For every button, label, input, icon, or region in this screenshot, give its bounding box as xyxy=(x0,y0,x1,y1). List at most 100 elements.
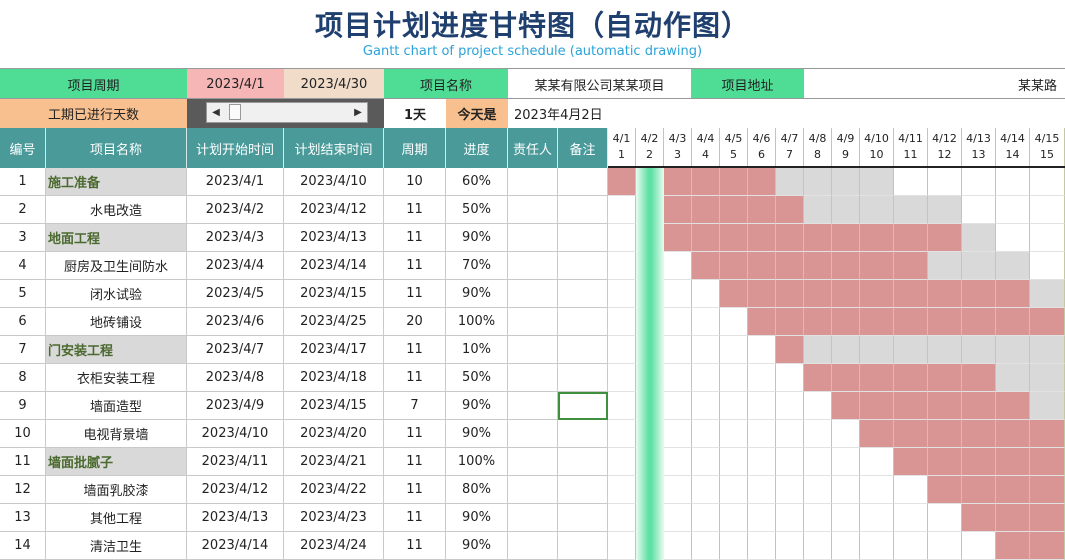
task-period-cell[interactable]: 11 xyxy=(384,280,446,308)
task-progress-cell[interactable]: 90% xyxy=(446,420,508,448)
task-start-cell[interactable]: 2023/4/7 xyxy=(187,336,284,364)
task-start-cell[interactable]: 2023/4/3 xyxy=(187,224,284,252)
task-end-cell[interactable]: 2023/4/17 xyxy=(284,336,384,364)
task-note-cell[interactable] xyxy=(558,196,608,224)
task-start-cell[interactable]: 2023/4/2 xyxy=(187,196,284,224)
task-period-cell[interactable]: 11 xyxy=(384,532,446,560)
task-name-cell[interactable]: 闭水试验 xyxy=(46,280,187,308)
task-note-cell[interactable] xyxy=(558,168,608,196)
task-start-cell[interactable]: 2023/4/11 xyxy=(187,448,284,476)
task-progress-cell[interactable]: 90% xyxy=(446,532,508,560)
task-note-cell[interactable] xyxy=(558,504,608,532)
task-end-cell[interactable]: 2023/4/15 xyxy=(284,392,384,420)
task-name-cell[interactable]: 衣柜安装工程 xyxy=(46,364,187,392)
task-note-cell[interactable] xyxy=(558,476,608,504)
task-name-cell[interactable]: 墙面批腻子 xyxy=(46,448,187,476)
task-start-cell[interactable]: 2023/4/5 xyxy=(187,280,284,308)
slider-left-arrow-icon[interactable]: ◀ xyxy=(207,103,225,122)
task-progress-cell[interactable]: 90% xyxy=(446,280,508,308)
task-owner-cell[interactable] xyxy=(508,252,558,280)
task-start-cell[interactable]: 2023/4/14 xyxy=(187,532,284,560)
task-end-cell[interactable]: 2023/4/18 xyxy=(284,364,384,392)
task-end-cell[interactable]: 2023/4/22 xyxy=(284,476,384,504)
task-start-cell[interactable]: 2023/4/8 xyxy=(187,364,284,392)
task-owner-cell[interactable] xyxy=(508,336,558,364)
task-period-cell[interactable]: 20 xyxy=(384,308,446,336)
task-start-cell[interactable]: 2023/4/13 xyxy=(187,504,284,532)
task-note-cell[interactable] xyxy=(558,392,608,420)
task-owner-cell[interactable] xyxy=(508,280,558,308)
task-period-cell[interactable]: 11 xyxy=(384,196,446,224)
task-owner-cell[interactable] xyxy=(508,532,558,560)
task-start-cell[interactable]: 2023/4/1 xyxy=(187,168,284,196)
task-note-cell[interactable] xyxy=(558,532,608,560)
task-owner-cell[interactable] xyxy=(508,420,558,448)
task-name-cell[interactable]: 电视背景墙 xyxy=(46,420,187,448)
task-start-cell[interactable]: 2023/4/10 xyxy=(187,420,284,448)
task-name-cell[interactable]: 地砖铺设 xyxy=(46,308,187,336)
task-period-cell[interactable]: 11 xyxy=(384,420,446,448)
task-end-cell[interactable]: 2023/4/20 xyxy=(284,420,384,448)
task-progress-cell[interactable]: 10% xyxy=(446,336,508,364)
task-end-cell[interactable]: 2023/4/23 xyxy=(284,504,384,532)
task-end-cell[interactable]: 2023/4/25 xyxy=(284,308,384,336)
task-name-cell[interactable]: 施工准备 xyxy=(46,168,187,196)
task-note-cell[interactable] xyxy=(558,448,608,476)
project-name-value[interactable]: 某某有限公司某某项目 xyxy=(508,69,691,99)
task-period-cell[interactable]: 11 xyxy=(384,504,446,532)
task-progress-cell[interactable]: 90% xyxy=(446,224,508,252)
task-note-cell[interactable] xyxy=(558,308,608,336)
task-start-cell[interactable]: 2023/4/12 xyxy=(187,476,284,504)
task-note-cell[interactable] xyxy=(558,224,608,252)
task-owner-cell[interactable] xyxy=(508,448,558,476)
task-owner-cell[interactable] xyxy=(508,308,558,336)
task-owner-cell[interactable] xyxy=(508,196,558,224)
task-period-cell[interactable]: 11 xyxy=(384,336,446,364)
task-note-cell[interactable] xyxy=(558,336,608,364)
task-progress-cell[interactable]: 50% xyxy=(446,196,508,224)
task-period-cell[interactable]: 11 xyxy=(384,224,446,252)
task-period-cell[interactable]: 7 xyxy=(384,392,446,420)
task-period-cell[interactable]: 11 xyxy=(384,364,446,392)
task-progress-cell[interactable]: 70% xyxy=(446,252,508,280)
task-note-cell[interactable] xyxy=(558,280,608,308)
project-address-value[interactable]: 某某路 xyxy=(804,69,1065,99)
task-progress-cell[interactable]: 100% xyxy=(446,308,508,336)
task-owner-cell[interactable] xyxy=(508,224,558,252)
task-progress-cell[interactable]: 50% xyxy=(446,364,508,392)
task-end-cell[interactable]: 2023/4/12 xyxy=(284,196,384,224)
task-start-cell[interactable]: 2023/4/4 xyxy=(187,252,284,280)
task-progress-cell[interactable]: 80% xyxy=(446,476,508,504)
task-period-cell[interactable]: 11 xyxy=(384,476,446,504)
task-period-cell[interactable]: 11 xyxy=(384,448,446,476)
task-end-cell[interactable]: 2023/4/24 xyxy=(284,532,384,560)
task-period-cell[interactable]: 11 xyxy=(384,252,446,280)
task-progress-cell[interactable]: 100% xyxy=(446,448,508,476)
task-name-cell[interactable]: 地面工程 xyxy=(46,224,187,252)
task-end-cell[interactable]: 2023/4/13 xyxy=(284,224,384,252)
slider-right-arrow-icon[interactable]: ▶ xyxy=(349,103,367,122)
task-owner-cell[interactable] xyxy=(508,168,558,196)
elapsed-days-slider[interactable]: ◀ ▶ xyxy=(206,102,368,123)
task-period-cell[interactable]: 10 xyxy=(384,168,446,196)
task-name-cell[interactable]: 墙面造型 xyxy=(46,392,187,420)
task-note-cell[interactable] xyxy=(558,252,608,280)
project-end-date[interactable]: 2023/4/30 xyxy=(284,69,384,99)
slider-thumb[interactable] xyxy=(229,104,241,120)
task-note-cell[interactable] xyxy=(558,420,608,448)
task-progress-cell[interactable]: 60% xyxy=(446,168,508,196)
task-start-cell[interactable]: 2023/4/9 xyxy=(187,392,284,420)
task-owner-cell[interactable] xyxy=(508,504,558,532)
task-end-cell[interactable]: 2023/4/15 xyxy=(284,280,384,308)
task-owner-cell[interactable] xyxy=(508,476,558,504)
task-owner-cell[interactable] xyxy=(508,364,558,392)
task-end-cell[interactable]: 2023/4/14 xyxy=(284,252,384,280)
task-name-cell[interactable]: 清洁卫生 xyxy=(46,532,187,560)
task-progress-cell[interactable]: 90% xyxy=(446,504,508,532)
task-end-cell[interactable]: 2023/4/21 xyxy=(284,448,384,476)
project-start-date[interactable]: 2023/4/1 xyxy=(187,69,284,99)
task-note-cell[interactable] xyxy=(558,364,608,392)
task-owner-cell[interactable] xyxy=(508,392,558,420)
task-name-cell[interactable]: 墙面乳胶漆 xyxy=(46,476,187,504)
task-name-cell[interactable]: 门安装工程 xyxy=(46,336,187,364)
